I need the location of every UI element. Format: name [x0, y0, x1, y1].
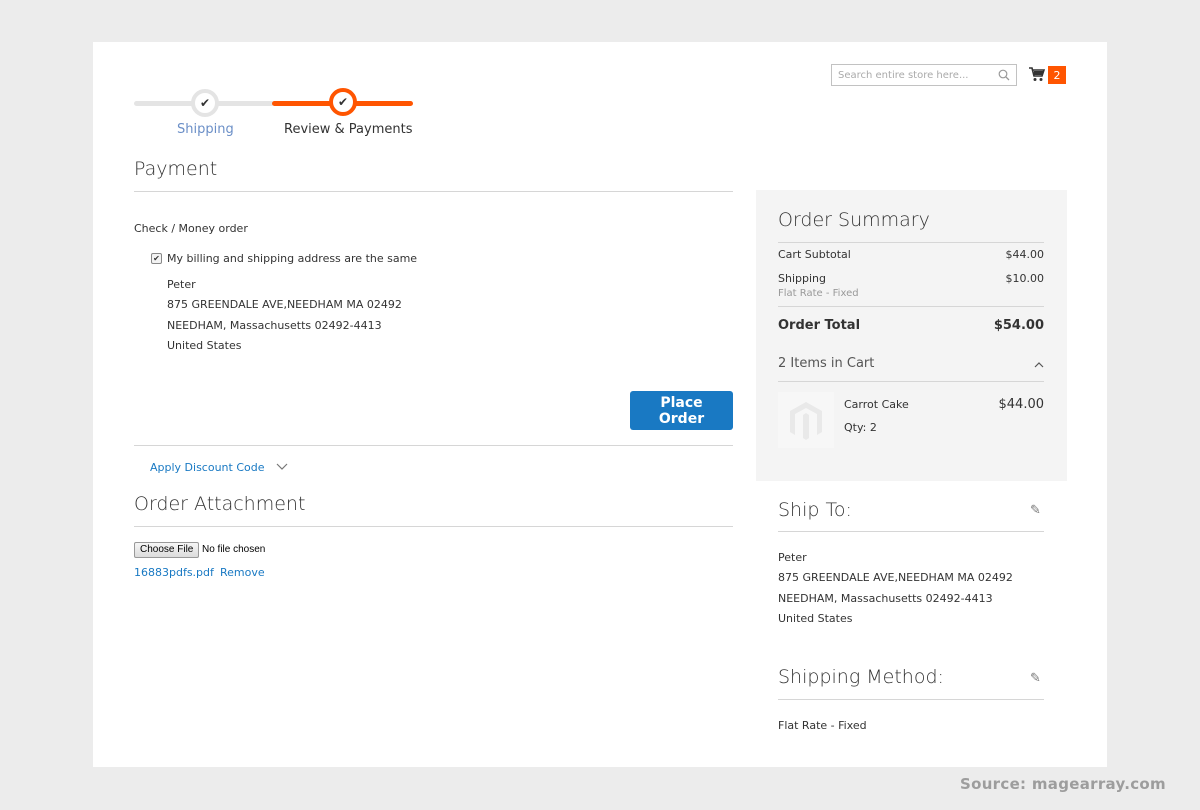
ship-to-name: Peter	[778, 551, 807, 564]
items-in-cart-toggle[interactable]: 2 Items in Cart	[778, 356, 874, 371]
search-icon[interactable]	[998, 69, 1010, 81]
item-name: Carrot Cake	[844, 398, 909, 411]
item-qty: Qty: 2	[844, 421, 877, 434]
divider	[778, 531, 1044, 532]
cart-icon[interactable]	[1029, 67, 1045, 82]
cart-subtotal-value: $44.00	[1005, 248, 1045, 261]
step-review-check-icon: ✔	[329, 88, 357, 116]
same-address-checkbox[interactable]: ✔	[151, 253, 162, 264]
attachment-title: Order Attachment	[134, 493, 306, 515]
chevron-down-icon[interactable]	[276, 463, 288, 471]
ship-to-line1: 875 GREENDALE AVE,NEEDHAM MA 02492	[778, 571, 1013, 584]
divider	[134, 191, 733, 192]
search-input[interactable]	[838, 69, 988, 81]
apply-discount-label[interactable]: Apply Discount Code	[150, 461, 265, 474]
divider	[778, 381, 1044, 382]
billing-line2: NEEDHAM, Massachusetts 02492-4413	[167, 319, 382, 332]
divider	[778, 242, 1044, 243]
source-caption: Source: magearray.com	[960, 775, 1166, 793]
chevron-up-icon[interactable]	[1034, 361, 1044, 368]
step-shipping-check-icon[interactable]: ✔	[191, 89, 219, 117]
order-total-value: $54.00	[993, 318, 1044, 333]
product-thumbnail[interactable]	[778, 392, 834, 448]
ship-to-title: Ship To:	[778, 499, 852, 521]
shipping-label: Shipping	[778, 272, 826, 285]
edit-shipping-method-pencil-icon[interactable]: ✎	[1030, 671, 1041, 686]
attached-file-link[interactable]: 16883pdfs.pdf	[134, 566, 214, 579]
same-address-label[interactable]: My billing and shipping address are the …	[167, 252, 417, 265]
billing-line1: 875 GREENDALE AVE,NEEDHAM MA 02492	[167, 298, 402, 311]
billing-country: United States	[167, 339, 242, 352]
divider	[134, 526, 733, 527]
place-order-button[interactable]: Place Order	[630, 391, 733, 430]
edit-ship-to-pencil-icon[interactable]: ✎	[1030, 503, 1041, 518]
ship-to-line2: NEEDHAM, Massachusetts 02492-4413	[778, 592, 993, 605]
divider	[778, 306, 1044, 307]
order-summary-title: Order Summary	[778, 209, 930, 231]
divider	[134, 445, 733, 446]
shipping-value: $10.00	[1005, 272, 1045, 285]
shipping-method-note: Flat Rate - Fixed	[778, 288, 859, 299]
step-shipping-link[interactable]: Shipping	[177, 122, 234, 137]
step-review-label: Review & Payments	[284, 122, 413, 137]
shipping-method-title: Shipping Method:	[778, 666, 944, 688]
choose-file-button[interactable]: Choose File	[134, 542, 200, 558]
payment-method-label: Check / Money order	[134, 222, 248, 235]
remove-file-link[interactable]: Remove	[220, 566, 265, 579]
search-box[interactable]	[831, 64, 1017, 86]
divider	[778, 699, 1044, 700]
payment-title: Payment	[134, 158, 218, 180]
magento-logo-icon	[790, 402, 822, 440]
shipping-method-value: Flat Rate - Fixed	[778, 719, 867, 732]
cart-subtotal-label: Cart Subtotal	[778, 248, 851, 261]
item-price: $44.00	[998, 397, 1045, 412]
billing-name: Peter	[167, 278, 196, 291]
file-status: No file chosen	[202, 544, 266, 555]
ship-to-country: United States	[778, 612, 853, 625]
cart-count-badge[interactable]: 2	[1048, 66, 1066, 84]
apply-discount-toggle[interactable]: Apply Discount Code	[150, 461, 288, 474]
order-total-label: Order Total	[778, 318, 861, 333]
